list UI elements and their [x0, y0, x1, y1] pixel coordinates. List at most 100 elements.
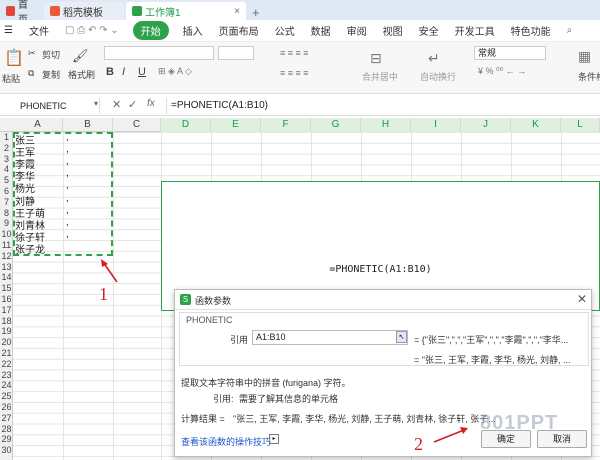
- paste-icon[interactable]: 📋: [4, 48, 24, 68]
- column-header-G[interactable]: G: [311, 118, 361, 132]
- row-header-25[interactable]: 25: [0, 391, 13, 402]
- menu-security[interactable]: 安全: [411, 23, 447, 38]
- align-icons-2[interactable]: ≡ ≡ ≡ ≡: [280, 68, 309, 78]
- search-icon[interactable]: ⌕: [559, 25, 581, 36]
- number-format-select[interactable]: 常规: [474, 46, 546, 60]
- menu-icon[interactable]: ☰: [0, 25, 21, 36]
- tab-template[interactable]: 稻壳模板: [44, 2, 124, 20]
- menu-review[interactable]: 审阅: [339, 23, 375, 38]
- dialog-close-icon[interactable]: ✕: [577, 292, 587, 306]
- wrap-icon[interactable]: ↵: [428, 50, 440, 67]
- underline-button[interactable]: U: [138, 66, 146, 78]
- column-header-J[interactable]: J: [461, 118, 511, 132]
- collapse-dialog-icon[interactable]: ↖: [396, 331, 407, 343]
- border-fill-icons[interactable]: ⊞ ◈ A ◇: [158, 66, 192, 77]
- help-video-icon[interactable]: ▸: [269, 434, 279, 444]
- row-header-30[interactable]: 30: [0, 445, 13, 456]
- italic-button[interactable]: I: [122, 66, 125, 78]
- new-tab-icon[interactable]: +: [252, 5, 260, 20]
- column-header-B[interactable]: B: [63, 118, 113, 132]
- row-header-5[interactable]: 5: [0, 175, 13, 186]
- cond-format-icon[interactable]: ▦: [578, 48, 591, 65]
- menu-view[interactable]: 视图: [375, 23, 411, 38]
- row-header-16[interactable]: 16: [0, 294, 13, 305]
- row-header-4[interactable]: 4: [0, 164, 13, 175]
- row-header-13[interactable]: 13: [0, 262, 13, 273]
- cut-icon[interactable]: ✂: [28, 48, 36, 59]
- tab-home[interactable]: 首页: [0, 0, 42, 26]
- row-header-7[interactable]: 7: [0, 197, 13, 208]
- row-header-18[interactable]: 18: [0, 316, 13, 327]
- name-box[interactable]: PHONETIC: [18, 98, 100, 114]
- cut-label[interactable]: 剪切: [42, 48, 60, 61]
- merge-center-label[interactable]: 合并居中: [362, 70, 398, 83]
- format-painter-icon[interactable]: 🖌: [72, 48, 89, 64]
- row-header-3[interactable]: 3: [0, 154, 13, 165]
- menu-formula[interactable]: 公式: [267, 23, 303, 38]
- row-header-22[interactable]: 22: [0, 359, 13, 370]
- menu-start[interactable]: 开始: [132, 21, 169, 40]
- row-header-24[interactable]: 24: [0, 380, 13, 391]
- row-header-21[interactable]: 21: [0, 348, 13, 359]
- row-header-27[interactable]: 27: [0, 413, 13, 424]
- formula-input[interactable]: =PHONETIC(A1:B10): [166, 98, 596, 114]
- column-header-L[interactable]: L: [561, 118, 600, 132]
- row-header-19[interactable]: 19: [0, 326, 13, 337]
- menu-file[interactable]: 文件: [21, 23, 57, 38]
- row-header-28[interactable]: 28: [0, 424, 13, 435]
- row-header-6[interactable]: 6: [0, 186, 13, 197]
- ref-input[interactable]: A1:B10: [252, 330, 408, 345]
- cond-format-label[interactable]: 条件格: [578, 70, 600, 83]
- preview-result: = "张三, 王军, 李霞, 李华, 杨光, 刘静, ...: [414, 355, 571, 365]
- row-header-8[interactable]: 8: [0, 208, 13, 219]
- tab-workbook[interactable]: 工作簿1 ×: [126, 2, 246, 20]
- row-header-15[interactable]: 15: [0, 283, 13, 294]
- bold-button[interactable]: B: [106, 66, 114, 78]
- column-header-E[interactable]: E: [211, 118, 261, 132]
- row-header-20[interactable]: 20: [0, 337, 13, 348]
- copy-label[interactable]: 复制: [42, 68, 60, 81]
- menu-data[interactable]: 数据: [303, 23, 339, 38]
- row-header-17[interactable]: 17: [0, 305, 13, 316]
- column-header-K[interactable]: K: [511, 118, 561, 132]
- column-header-I[interactable]: I: [411, 118, 461, 132]
- menu-devtools[interactable]: 开发工具: [447, 23, 503, 38]
- paste-label[interactable]: 粘贴: [2, 72, 20, 85]
- column-header-F[interactable]: F: [261, 118, 311, 132]
- column-header-H[interactable]: H: [361, 118, 411, 132]
- row-header-2[interactable]: 2: [0, 143, 13, 154]
- row-header-26[interactable]: 26: [0, 402, 13, 413]
- align-icons[interactable]: ≡ ≡ ≡ ≡: [280, 48, 309, 58]
- calc-result-label: 计算结果 =: [181, 414, 225, 424]
- confirm-icon[interactable]: ✓: [128, 98, 137, 111]
- fx-icon[interactable]: fx: [147, 98, 155, 109]
- row-header-29[interactable]: 29: [0, 434, 13, 445]
- row-header-11[interactable]: 11: [0, 240, 13, 251]
- name-box-dropdown-icon[interactable]: ▾: [94, 99, 98, 108]
- percent-icons[interactable]: ¥ % ⁰⁰ ← →: [478, 66, 526, 77]
- font-name-select[interactable]: [104, 46, 214, 60]
- menu-layout[interactable]: 页面布局: [211, 23, 267, 38]
- annotation-arrow-1: [101, 259, 118, 283]
- row-header-14[interactable]: 14: [0, 272, 13, 283]
- tab-template-label: 稻壳模板: [63, 7, 103, 19]
- column-header-C[interactable]: C: [113, 118, 161, 132]
- cancel-icon[interactable]: ✕: [112, 98, 121, 111]
- row-header-10[interactable]: 10: [0, 229, 13, 240]
- wrap-label[interactable]: 自动换行: [420, 70, 456, 83]
- row-header-23[interactable]: 23: [0, 370, 13, 381]
- merge-icon[interactable]: ⊟: [370, 50, 382, 67]
- help-link[interactable]: 查看该函数的操作技巧: [181, 435, 271, 448]
- menu-features[interactable]: 特色功能: [503, 23, 559, 38]
- close-tab-icon[interactable]: ×: [234, 6, 240, 17]
- font-size-select[interactable]: [218, 46, 254, 60]
- row-header-9[interactable]: 9: [0, 218, 13, 229]
- row-header-12[interactable]: 12: [0, 251, 13, 262]
- menu-insert[interactable]: 插入: [175, 23, 211, 38]
- column-header-A[interactable]: A: [13, 118, 63, 132]
- column-header-D[interactable]: D: [161, 118, 211, 132]
- row-header-1[interactable]: 1: [0, 132, 13, 143]
- copy-icon[interactable]: ⧉: [28, 68, 34, 79]
- format-painter-label[interactable]: 格式刷: [68, 68, 95, 81]
- quick-access-icons[interactable]: ▢ ⎙ ↶ ↷ ⌄: [57, 25, 127, 36]
